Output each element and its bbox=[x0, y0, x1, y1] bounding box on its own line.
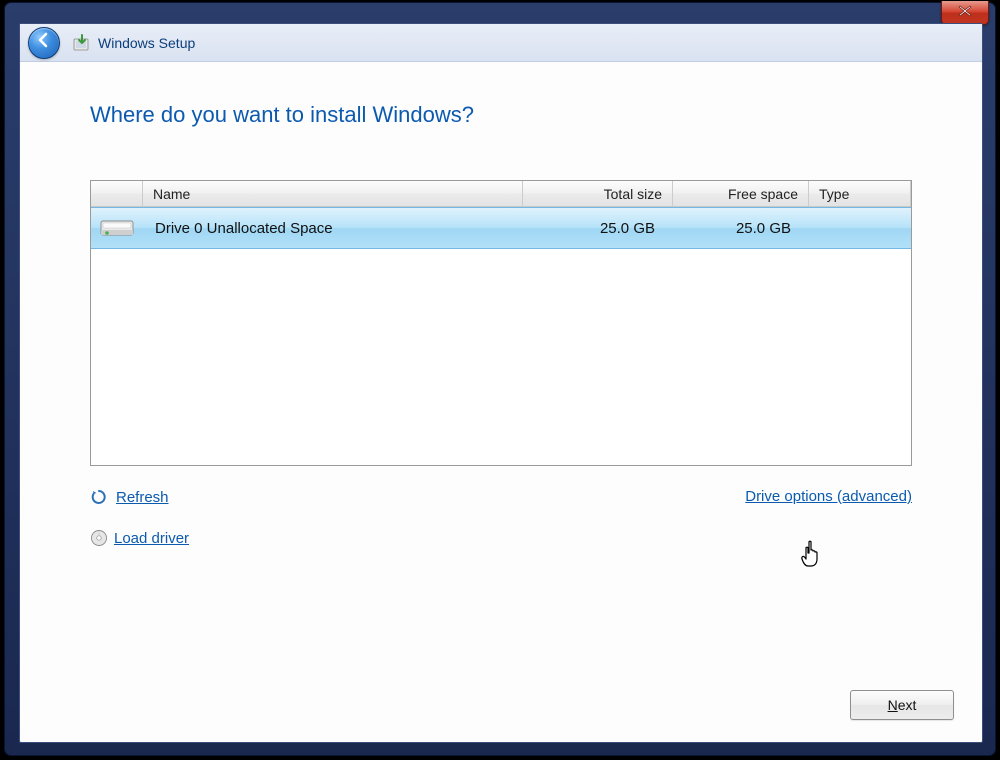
column-total-size[interactable]: Total size bbox=[523, 181, 673, 206]
actions-area: Refresh Load driver bbox=[90, 488, 912, 552]
drive-options-link[interactable]: Drive options (advanced) bbox=[745, 488, 912, 505]
table-header: Name Total size Free space Type bbox=[91, 181, 911, 207]
back-arrow-icon bbox=[35, 31, 53, 54]
window-frame: Windows Setup Where do you want to insta… bbox=[4, 2, 996, 756]
next-label-rest: ext bbox=[898, 697, 917, 713]
content-area: Where do you want to install Windows? Na… bbox=[20, 62, 982, 552]
column-type[interactable]: Type bbox=[809, 181, 911, 206]
load-driver-link[interactable]: Load driver bbox=[90, 529, 189, 547]
close-icon bbox=[958, 4, 972, 22]
load-driver-label: Load driver bbox=[114, 530, 189, 547]
back-button[interactable] bbox=[28, 27, 60, 59]
column-free-space[interactable]: Free space bbox=[673, 181, 809, 206]
close-button[interactable] bbox=[941, 1, 989, 25]
refresh-label: Refresh bbox=[116, 489, 169, 506]
refresh-icon bbox=[90, 488, 108, 506]
refresh-link[interactable]: Refresh bbox=[90, 488, 169, 506]
drive-free-space: 25.0 GB bbox=[673, 220, 809, 237]
disc-icon bbox=[90, 529, 108, 547]
dialog-panel: Windows Setup Where do you want to insta… bbox=[19, 23, 983, 743]
drive-total-size: 25.0 GB bbox=[523, 220, 673, 237]
setup-icon bbox=[72, 33, 92, 53]
window-title: Windows Setup bbox=[98, 35, 195, 51]
drive-name: Drive 0 Unallocated Space bbox=[143, 220, 523, 237]
footer: Next bbox=[850, 690, 954, 720]
next-button[interactable]: Next bbox=[850, 690, 954, 720]
column-name[interactable]: Name bbox=[143, 181, 523, 206]
drive-options-label: Drive options (advanced) bbox=[745, 488, 912, 505]
drive-row[interactable]: Drive 0 Unallocated Space 25.0 GB 25.0 G… bbox=[91, 207, 911, 249]
drive-table: Name Total size Free space Type bbox=[90, 180, 912, 466]
hard-drive-icon bbox=[99, 215, 135, 241]
column-icon-spacer bbox=[91, 181, 143, 206]
titlebar: Windows Setup bbox=[20, 24, 982, 62]
page-heading: Where do you want to install Windows? bbox=[90, 102, 912, 128]
